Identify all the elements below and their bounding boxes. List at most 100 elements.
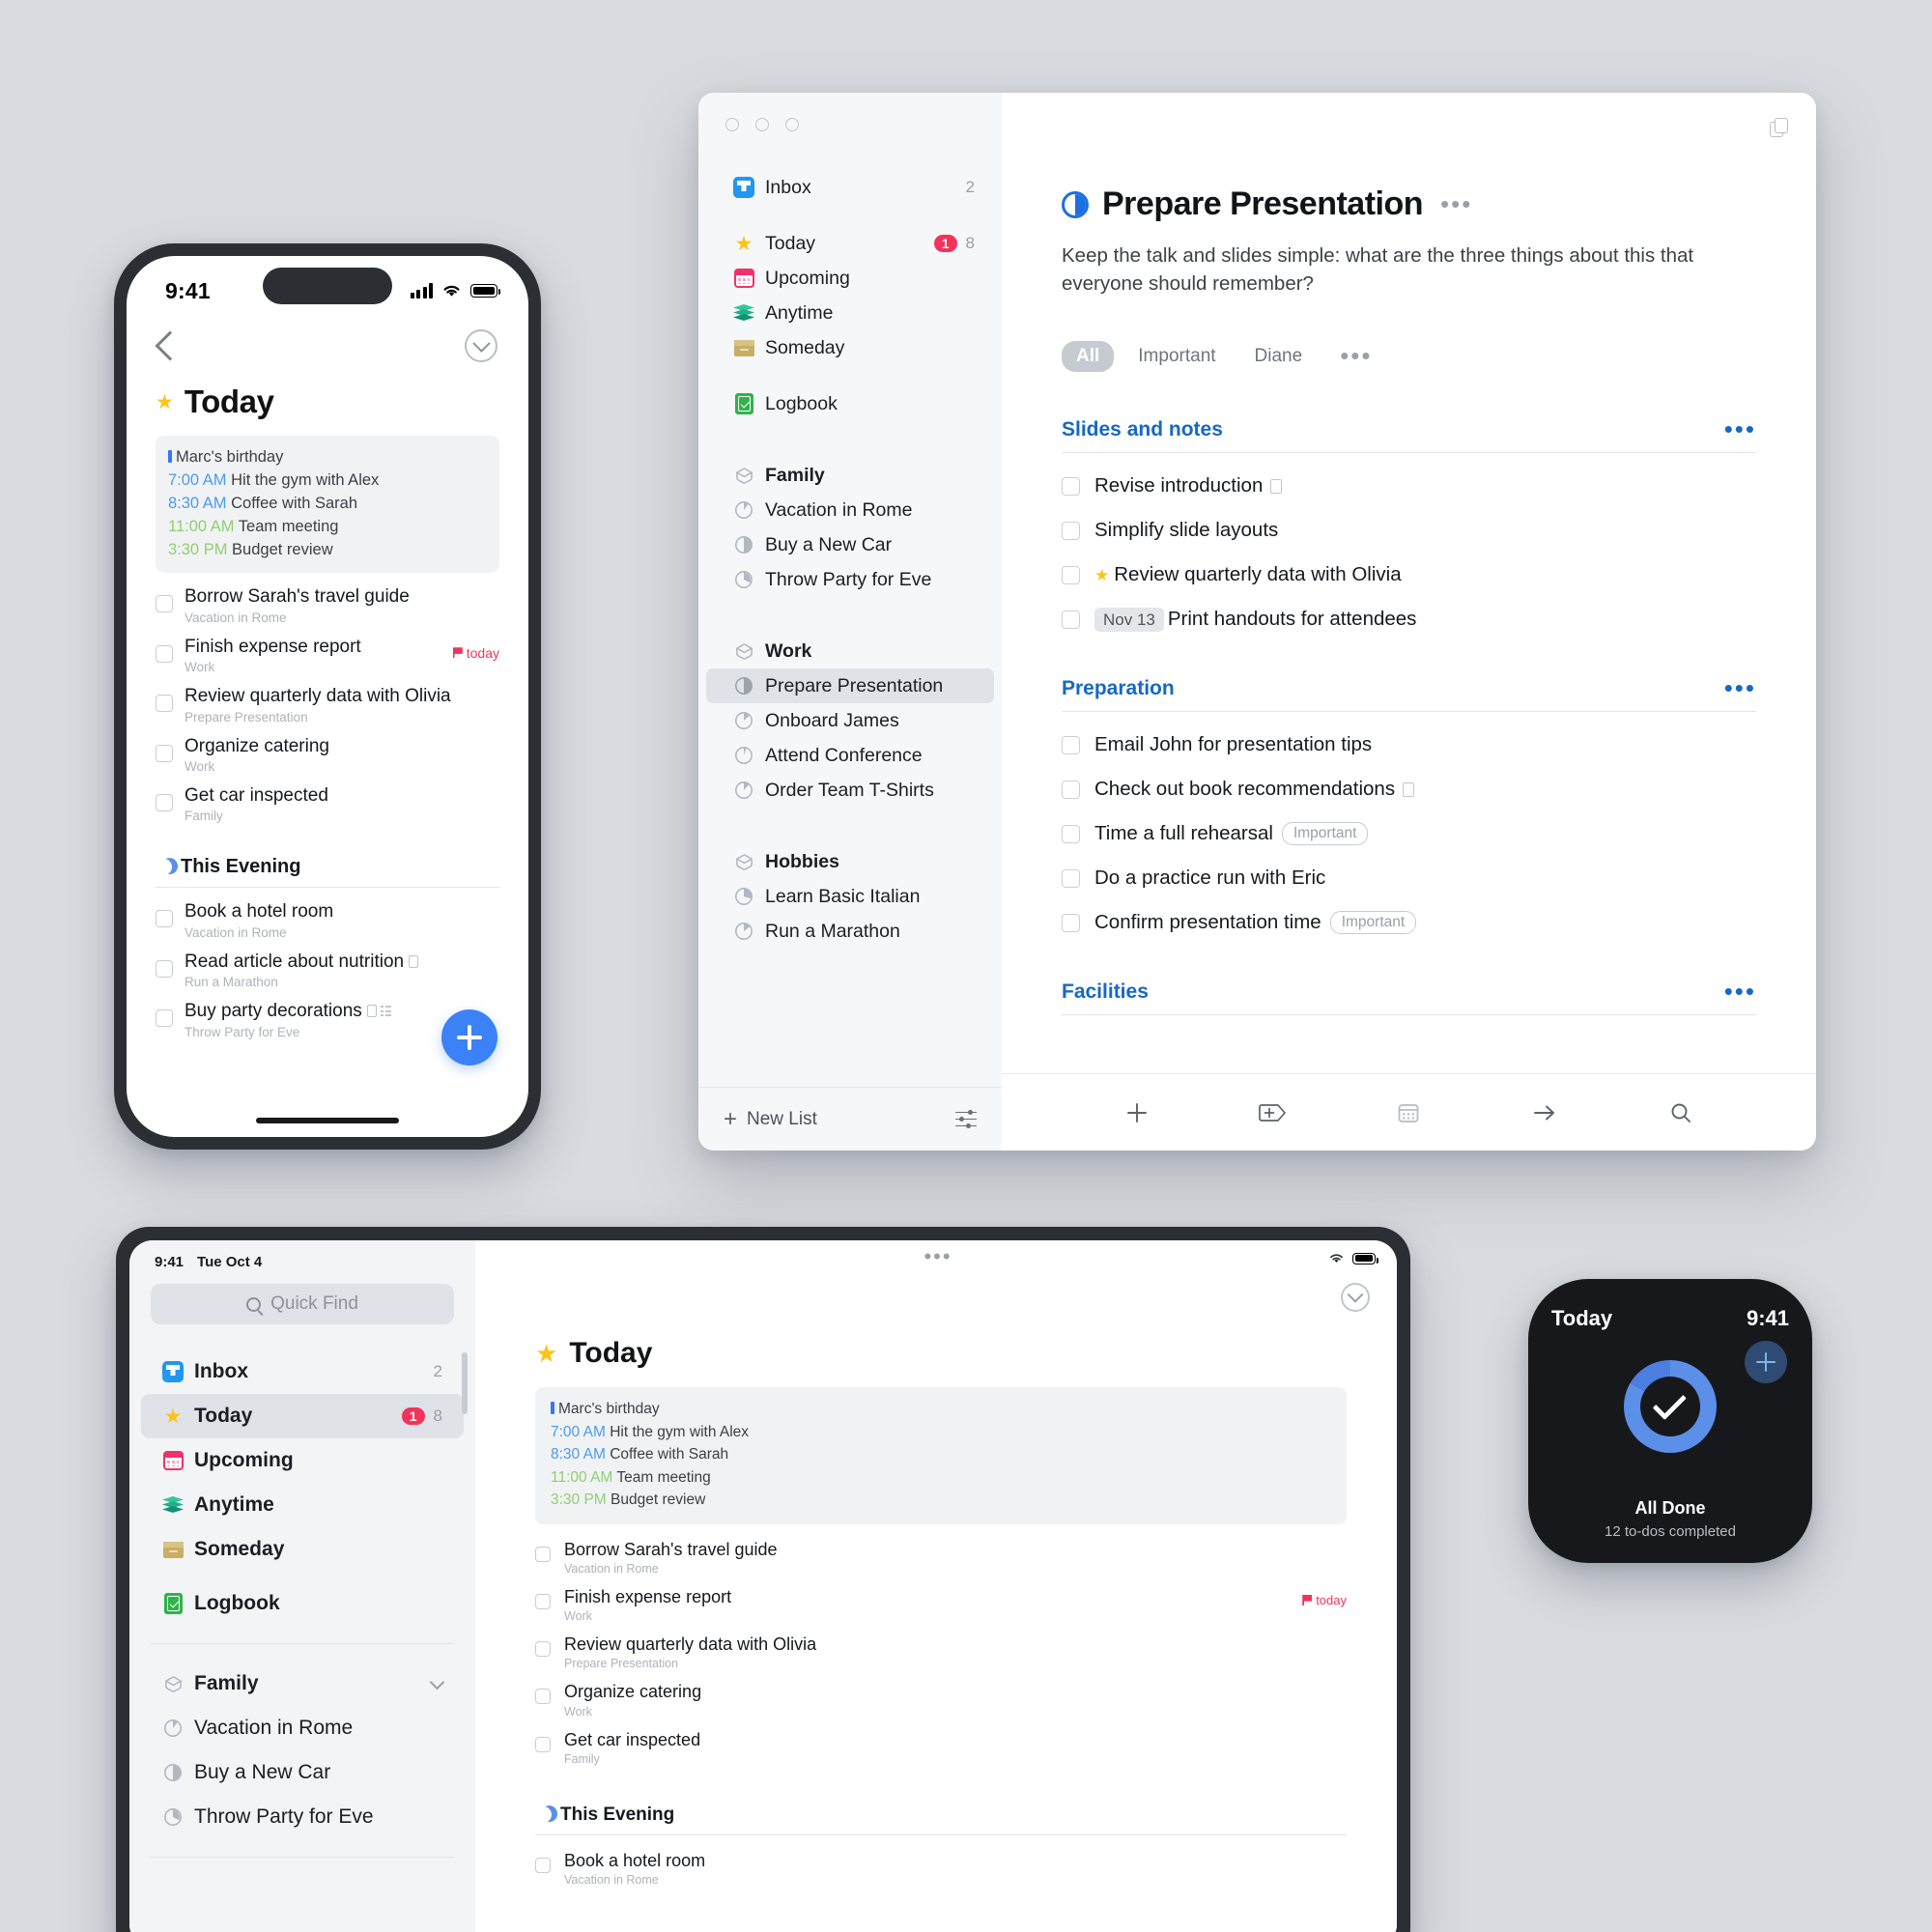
sidebar-project-buy-a-new-car[interactable]: Buy a New Car [706,527,994,562]
sidebar-project-buy-a-new-car[interactable]: Buy a New Car [141,1750,464,1795]
sidebar-project-prepare-presentation[interactable]: Prepare Presentation [706,668,994,703]
list-item[interactable]: Borrow Sarah's travel guide Vacation in R… [127,586,528,625]
ellipsis-icon[interactable]: ••• [1440,191,1472,215]
checkbox[interactable] [535,1736,551,1752]
sliders-icon[interactable] [955,1109,977,1129]
list-item[interactable]: Finish expense report Work today [127,637,528,674]
checkbox[interactable] [535,1593,551,1609]
sidebar-project-vacation-in-rome[interactable]: Vacation in Rome [706,493,994,527]
sidebar-item-inbox[interactable]: Inbox 2 [706,170,994,205]
checkbox[interactable] [1062,610,1080,629]
sidebar-item-someday[interactable]: Someday [706,330,994,365]
sidebar-project-throw-party-for-eve[interactable]: Throw Party for Eve [141,1795,464,1839]
sidebar-project-onboard-james[interactable]: Onboard James [706,703,994,738]
checkbox[interactable] [535,1546,551,1562]
checkbox[interactable] [156,744,173,762]
list-item[interactable]: Get car inspected Family [535,1730,1347,1766]
checkbox[interactable] [156,910,173,928]
collapse-circle-icon[interactable] [465,329,497,362]
sidebar-area-work[interactable]: Work [706,634,994,668]
sidebar-item-today[interactable]: ★ Today 1 8 [141,1394,464,1438]
checkbox[interactable] [1062,824,1080,843]
new-todo-icon[interactable] [1122,1098,1151,1127]
list-item[interactable]: Book a hotel room Vacation in Rome [127,901,528,940]
list-item[interactable]: Borrow Sarah's travel guide Vacation in R… [535,1540,1347,1576]
table-row[interactable]: Check out book recommendations [1062,778,1756,801]
checkbox[interactable] [535,1689,551,1705]
tab-all[interactable]: All [1062,341,1115,373]
sidebar-project-order-team-t-shirts[interactable]: Order Team T-Shirts [706,773,994,808]
checkbox[interactable] [1062,868,1080,888]
new-list-button[interactable]: + New List [724,1107,817,1130]
back-chevron-icon[interactable] [155,330,185,361]
sidebar-project-throw-party-for-eve[interactable]: Throw Party for Eve [706,562,994,597]
tab-diane[interactable]: Diane [1240,341,1318,372]
when-calendar-icon[interactable] [1394,1098,1423,1127]
list-item[interactable]: Get car inspected Family [127,785,528,823]
calendar-card[interactable]: Marc's birthday 7:00 AM Hit the gym with… [535,1387,1347,1524]
sidebar-item-logbook[interactable]: Logbook [141,1581,464,1626]
list-item[interactable]: Review quarterly data with Olivia Prepare… [535,1634,1347,1670]
chevron-down-icon[interactable] [429,1674,445,1690]
table-row[interactable]: Nov 13 Print handouts for attendees [1062,608,1756,633]
sidebar-project-attend-conference[interactable]: Attend Conference [706,738,994,773]
checkbox[interactable] [1062,521,1080,540]
sidebar-area-family[interactable]: Family [706,458,994,493]
zoom-button[interactable] [785,118,799,131]
checkbox[interactable] [1062,565,1080,584]
checkbox[interactable] [1062,476,1080,496]
table-row[interactable]: Simplify slide layouts [1062,519,1756,542]
duplicate-icon[interactable] [1770,118,1789,137]
tag-badge[interactable]: Important [1329,911,1417,935]
tab-important[interactable]: Important [1123,341,1230,372]
table-row[interactable]: Confirm presentation time Important [1062,911,1756,935]
checkbox[interactable] [535,1641,551,1658]
table-row[interactable]: ★ Review quarterly data with Olivia [1062,563,1756,586]
list-item[interactable]: Read article about nutrition Run a Marath… [127,952,528,989]
table-row[interactable]: Email John for presentation tips [1062,733,1756,756]
sidebar-item-anytime[interactable]: Anytime [141,1483,464,1527]
collapse-circle-icon[interactable] [1341,1283,1370,1312]
sidebar-item-upcoming[interactable]: Upcoming [706,261,994,296]
table-row[interactable]: Do a practice run with Eric [1062,867,1756,890]
ellipsis-icon[interactable]: ••• [1724,980,1756,1004]
close-button[interactable] [725,118,739,131]
project-note[interactable]: Keep the talk and slides simple: what ar… [1062,242,1756,298]
sidebar-item-someday[interactable]: Someday [141,1527,464,1572]
checkbox[interactable] [1062,913,1080,932]
checkbox[interactable] [156,1009,173,1028]
add-todo-button[interactable] [1745,1341,1787,1383]
checkbox[interactable] [156,644,173,663]
sidebar-item-upcoming[interactable]: Upcoming [141,1438,464,1483]
list-item[interactable]: Review quarterly data with Olivia Prepare… [127,686,528,724]
minimize-button[interactable] [755,118,769,131]
list-item[interactable]: Organize catering Work [535,1682,1347,1719]
table-row[interactable]: Time a full rehearsal Important [1062,822,1756,846]
checkbox[interactable] [156,695,173,713]
ellipsis-icon[interactable]: ••• [923,1246,952,1267]
ellipsis-icon[interactable]: ••• [1724,417,1756,441]
list-item[interactable]: Book a hotel room Vacation in Rome [535,1851,1347,1887]
list-item[interactable]: Finish expense report Work today [535,1587,1347,1623]
table-row[interactable]: Revise introduction [1062,474,1756,497]
sidebar-area-hobbies[interactable]: Hobbies [706,844,994,879]
sidebar-project-run-a-marathon[interactable]: Run a Marathon [706,914,994,949]
search-input[interactable]: Quick Find [151,1284,454,1324]
search-icon[interactable] [1666,1098,1695,1127]
move-arrow-icon[interactable] [1530,1098,1559,1127]
calendar-card[interactable]: Marc's birthday 7:00 AM Hit the gym with… [156,436,499,574]
checkbox[interactable] [156,959,173,978]
sidebar-item-anytime[interactable]: Anytime [706,296,994,330]
ellipsis-icon[interactable]: ••• [1340,344,1372,368]
ellipsis-icon[interactable]: ••• [1724,676,1756,700]
sidebar-item-today[interactable]: ★ Today 1 8 [706,226,994,261]
tag-badge[interactable]: Important [1281,822,1369,846]
sidebar-area-family[interactable]: Family [141,1662,464,1706]
sidebar-item-inbox[interactable]: Inbox 2 [141,1350,464,1394]
add-todo-button[interactable] [441,1009,497,1065]
list-item[interactable]: Organize catering Work [127,736,528,774]
new-heading-icon[interactable] [1259,1098,1288,1127]
sidebar-item-logbook[interactable]: Logbook [706,386,994,421]
checkbox[interactable] [156,794,173,812]
checkbox[interactable] [1062,735,1080,754]
